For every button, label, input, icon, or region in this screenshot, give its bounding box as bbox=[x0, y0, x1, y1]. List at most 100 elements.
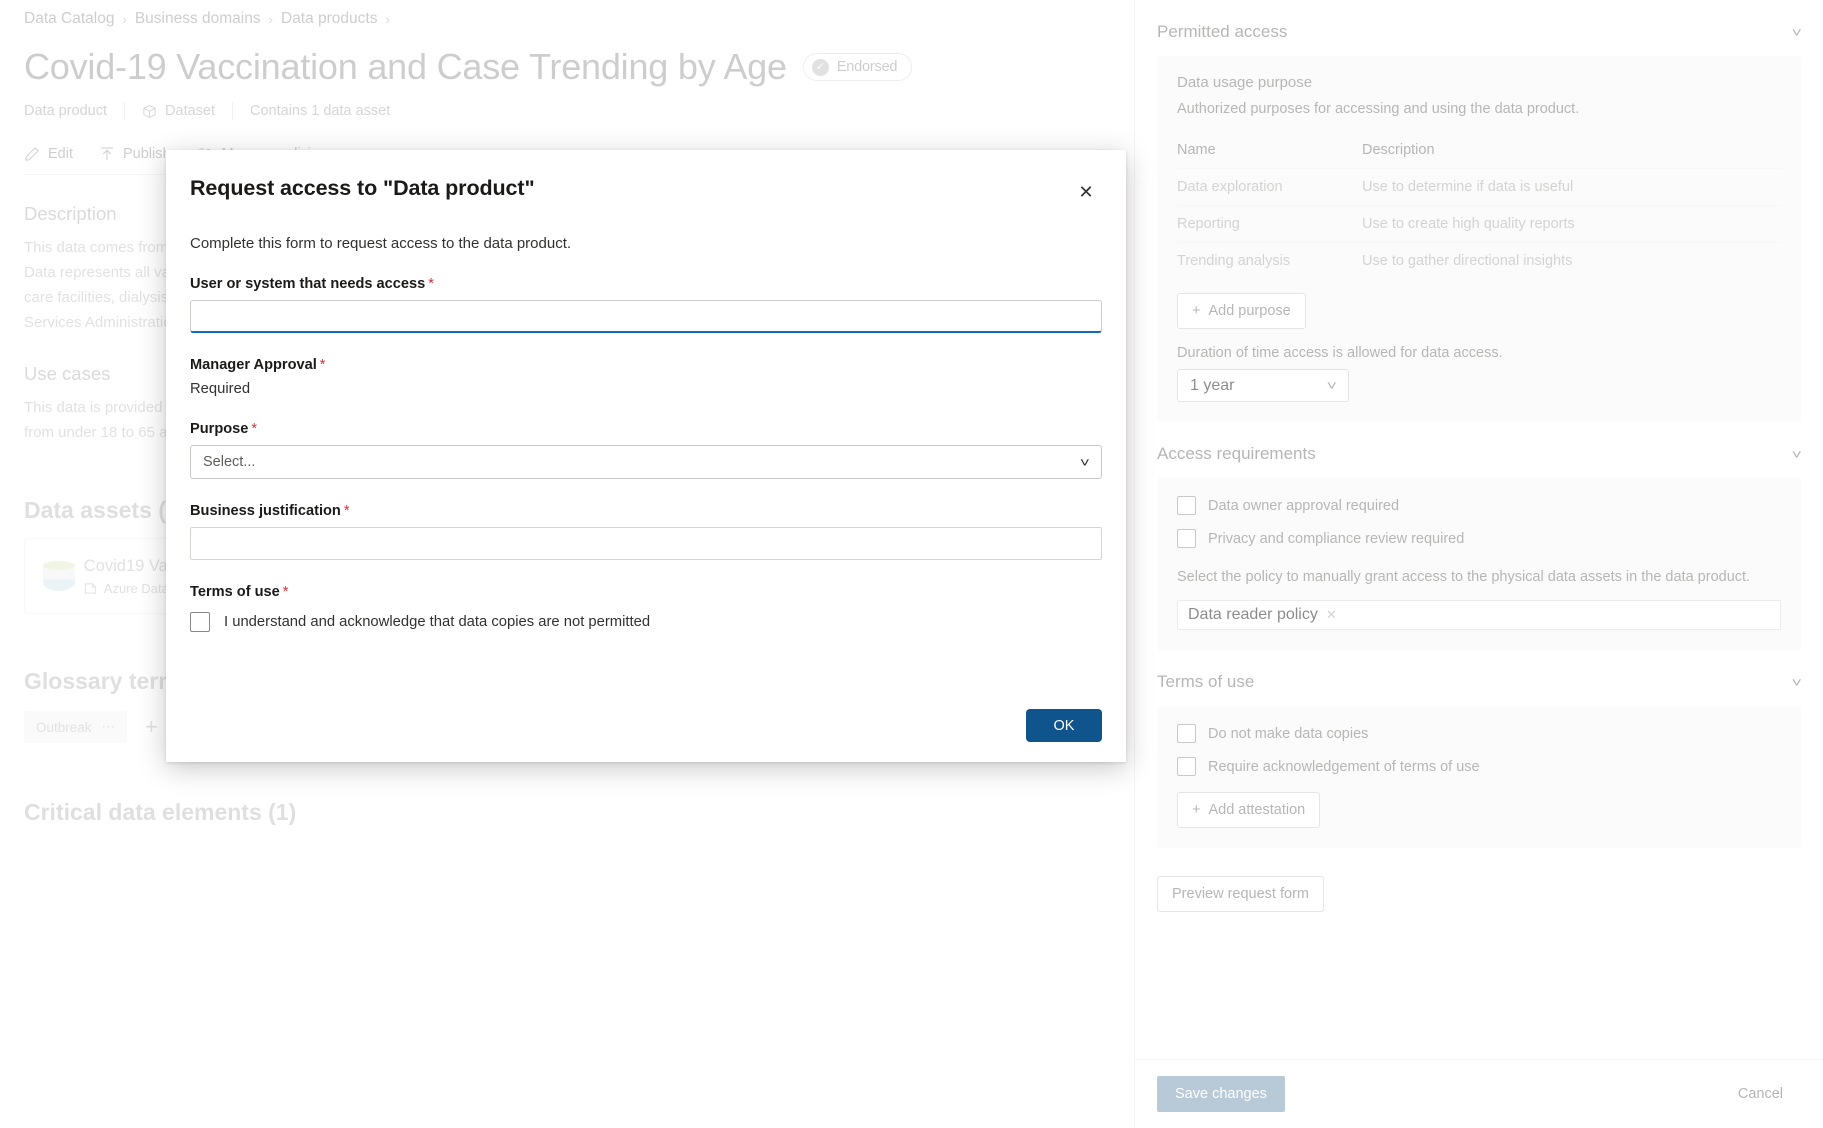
required-marker: * bbox=[319, 357, 326, 373]
close-icon[interactable]: ✕ bbox=[1326, 607, 1337, 623]
purpose-select[interactable]: Select... ˅ bbox=[190, 445, 1102, 479]
chevron-down-icon: ˅ bbox=[1080, 454, 1091, 470]
table-row[interactable]: Trending analysis Use to gather directio… bbox=[1177, 242, 1781, 279]
glossary-term-label: Outbreak bbox=[36, 719, 92, 735]
panel-footer: Save changes Cancel bbox=[1135, 1059, 1823, 1128]
manual-grant-note: Select the policy to manually grant acce… bbox=[1177, 569, 1751, 585]
app-root: Data Catalog › Business domains › Data p… bbox=[0, 0, 1823, 1128]
breadcrumb: Data Catalog › Business domains › Data p… bbox=[24, 0, 1110, 28]
field-label-manager-approval: Manager Approval * bbox=[190, 357, 1102, 373]
terms-of-use-section-header[interactable]: Terms of use ˅ bbox=[1157, 650, 1802, 706]
checkbox-icon[interactable] bbox=[1177, 757, 1196, 776]
column-header-description: Description bbox=[1362, 142, 1435, 158]
terms-of-use-checkbox-row[interactable]: I understand and acknowledge that data c… bbox=[190, 612, 1102, 632]
policy-token-field[interactable]: Data reader policy ✕ bbox=[1177, 600, 1781, 630]
required-marker: * bbox=[282, 584, 289, 600]
plus-icon[interactable]: + bbox=[145, 716, 158, 738]
cancel-button[interactable]: Cancel bbox=[1720, 1076, 1801, 1112]
request-access-dialog: Request access to "Data product" ✕ Compl… bbox=[166, 150, 1126, 762]
terms-restriction-label: Do not make data copies bbox=[1208, 725, 1369, 742]
dialog-footer: OK bbox=[190, 709, 1102, 742]
requirement-owner-approval[interactable]: Data owner approval required bbox=[1177, 496, 1781, 515]
page-title-text: Covid-19 Vaccination and Case Trending b… bbox=[24, 46, 787, 87]
purpose-name: Reporting bbox=[1177, 205, 1362, 243]
breadcrumb-separator-icon: › bbox=[122, 11, 127, 27]
publish-button-label: Publish bbox=[123, 146, 171, 162]
ok-button[interactable]: OK bbox=[1026, 709, 1102, 742]
chevron-up-icon[interactable]: ˅ bbox=[1792, 25, 1802, 40]
purpose-name: Data exploration bbox=[1177, 168, 1362, 206]
required-marker: * bbox=[343, 503, 350, 519]
table-header-row: Name Description bbox=[1177, 136, 1781, 169]
require-acknowledgement-row[interactable]: Require acknowledgement of terms of use bbox=[1177, 757, 1781, 776]
breadcrumb-item-data-products[interactable]: Data products bbox=[281, 10, 378, 28]
checkbox-icon[interactable] bbox=[190, 612, 210, 632]
adls-icon bbox=[84, 582, 96, 594]
dialog-title: Request access to "Data product" bbox=[190, 176, 535, 200]
add-purpose-button-label: Add purpose bbox=[1208, 303, 1291, 319]
field-label-text: Terms of use bbox=[190, 584, 280, 600]
save-changes-button[interactable]: Save changes bbox=[1157, 1076, 1285, 1112]
column-header-name: Name bbox=[1177, 142, 1216, 158]
close-icon[interactable]: ✕ bbox=[1070, 176, 1102, 208]
upload-arrow-icon bbox=[101, 147, 113, 160]
access-requirements-section-header[interactable]: Access requirements ˅ bbox=[1157, 422, 1802, 478]
field-purpose: Purpose * Select... ˅ bbox=[190, 421, 1102, 479]
duration-value: 1 year bbox=[1190, 376, 1235, 394]
terms-restriction-row[interactable]: Do not make data copies bbox=[1177, 724, 1781, 743]
table-row[interactable]: Reporting Use to create high quality rep… bbox=[1177, 205, 1781, 243]
field-business-justification: Business justification * bbox=[190, 503, 1102, 560]
add-purpose-button[interactable]: + Add purpose bbox=[1177, 293, 1306, 329]
require-acknowledgement-label: Require acknowledgement of terms of use bbox=[1208, 758, 1480, 775]
duration-select[interactable]: 1 year ˅ bbox=[1177, 369, 1349, 402]
required-marker: * bbox=[251, 421, 258, 437]
publish-button[interactable]: Publish bbox=[99, 146, 171, 162]
breadcrumb-item-data-catalog[interactable]: Data Catalog bbox=[24, 10, 114, 28]
chevron-up-icon[interactable]: ˅ bbox=[1792, 675, 1802, 690]
access-policy-panel-body: Permitted access ˅ Data usage purpose Au… bbox=[1135, 0, 1823, 1059]
breadcrumb-item-business-domains[interactable]: Business domains bbox=[135, 10, 261, 28]
checkbox-icon[interactable] bbox=[1177, 496, 1196, 515]
meta-contains: Contains 1 data asset bbox=[232, 102, 407, 120]
status-badge-endorsed[interactable]: ✓ Endorsed bbox=[802, 53, 913, 81]
permitted-access-section-header[interactable]: Permitted access ˅ bbox=[1157, 0, 1802, 56]
business-justification-input[interactable] bbox=[190, 527, 1102, 560]
pencil-icon bbox=[25, 147, 39, 161]
purpose-select-value: Select... bbox=[203, 454, 256, 470]
table-row[interactable]: Data exploration Use to determine if dat… bbox=[1177, 168, 1781, 206]
plus-icon: + bbox=[1192, 802, 1201, 818]
glossary-term-overflow-icon[interactable]: ⋯ bbox=[102, 719, 116, 735]
meta-kind-label: Dataset bbox=[165, 103, 216, 119]
meta-kind: Dataset bbox=[124, 102, 232, 120]
data-usage-purpose-title: Data usage purpose bbox=[1177, 74, 1313, 91]
data-usage-purpose-description: Authorized purposes for accessing and us… bbox=[1177, 101, 1580, 117]
add-attestation-button-label: Add attestation bbox=[1208, 802, 1306, 818]
breadcrumb-separator-icon: › bbox=[385, 11, 390, 27]
purpose-name: Trending analysis bbox=[1177, 242, 1362, 279]
requirement-privacy-review[interactable]: Privacy and compliance review required bbox=[1177, 529, 1781, 548]
edit-button-label: Edit bbox=[48, 146, 73, 162]
field-label-business-justification: Business justification * bbox=[190, 503, 1102, 519]
dialog-intro-text: Complete this form to request access to … bbox=[190, 235, 572, 252]
required-marker: * bbox=[428, 276, 434, 292]
chevron-up-icon[interactable]: ˅ bbox=[1792, 447, 1802, 462]
preview-request-form-button[interactable]: Preview request form bbox=[1157, 876, 1324, 912]
data-usage-purpose-card: Data usage purpose Authorized purposes f… bbox=[1157, 56, 1801, 422]
user-or-system-input[interactable] bbox=[190, 300, 1102, 333]
checkbox-icon[interactable] bbox=[1177, 529, 1196, 548]
field-manager-approval: Manager Approval * Required bbox=[190, 357, 1102, 397]
terms-of-use-checkbox-label: I understand and acknowledge that data c… bbox=[224, 614, 651, 630]
checkbox-icon[interactable] bbox=[1177, 724, 1196, 743]
access-policy-panel: Permitted access ˅ Data usage purpose Au… bbox=[1134, 0, 1823, 1128]
requirement-label: Data owner approval required bbox=[1208, 497, 1400, 514]
status-badge-label: Endorsed bbox=[836, 59, 898, 75]
duration-label: Duration of time access is allowed for d… bbox=[1177, 345, 1503, 361]
edit-button[interactable]: Edit bbox=[24, 146, 73, 162]
page-title: Covid-19 Vaccination and Case Trending b… bbox=[24, 46, 1110, 88]
field-label-text: Manager Approval bbox=[190, 357, 317, 373]
add-attestation-button[interactable]: + Add attestation bbox=[1177, 792, 1321, 828]
purpose-description: Use to create high quality reports bbox=[1362, 205, 1781, 243]
glossary-term-chip[interactable]: Outbreak ⋯ bbox=[24, 711, 128, 743]
field-label-text: User or system that needs access bbox=[190, 276, 426, 292]
critical-data-elements-heading: Critical data elements (1) bbox=[24, 799, 297, 825]
